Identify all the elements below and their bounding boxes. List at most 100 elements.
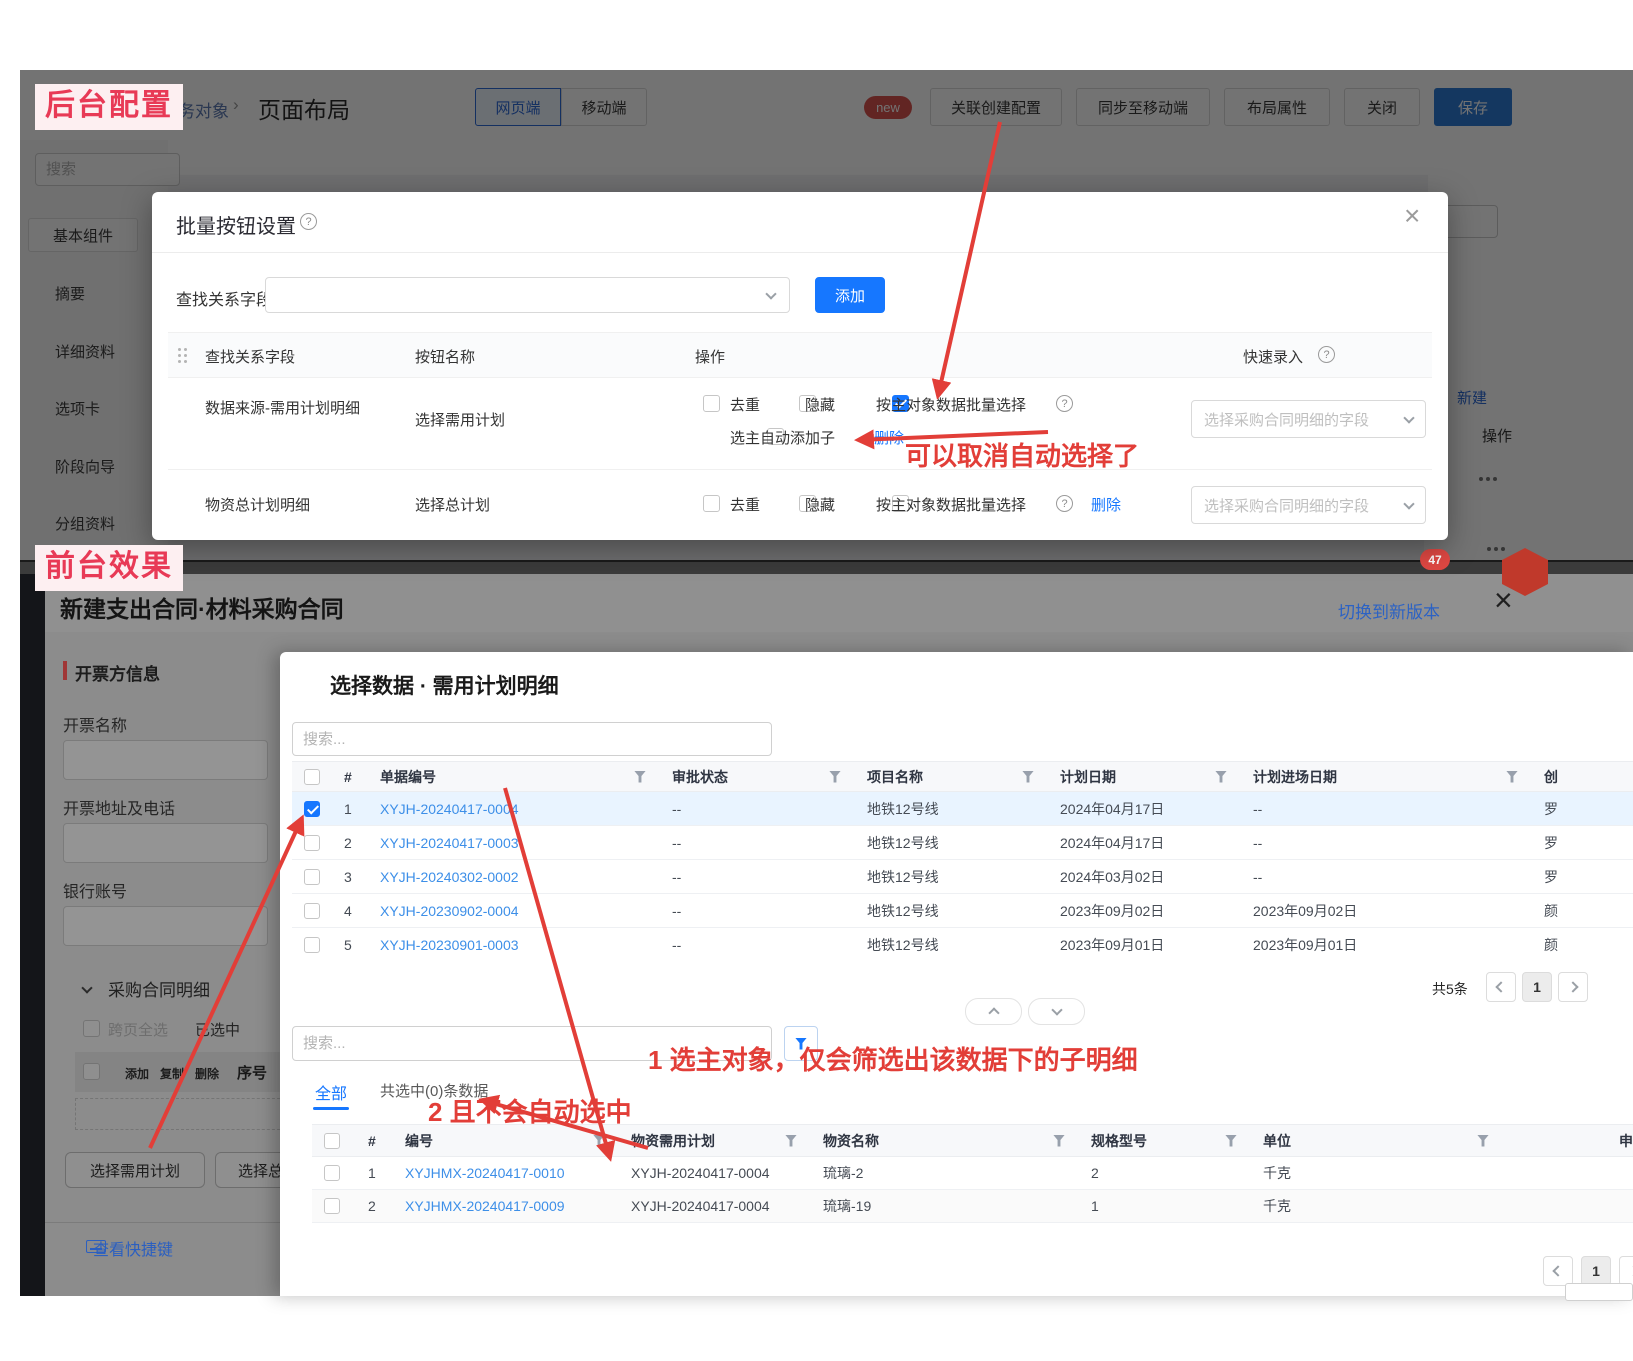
- cell-spec: 2: [1079, 1157, 1251, 1189]
- drag-handle-icon[interactable]: [178, 348, 181, 351]
- table-row[interactable]: 5 XYJH-20230901-0003 -- 地铁12号线 2023年09月0…: [292, 928, 1633, 955]
- filter-icon[interactable]: [829, 771, 841, 783]
- help-glyph: ?: [1061, 498, 1067, 510]
- table-row[interactable]: 2 XYJH-20240417-0003 -- 地铁12号线 2024年04月1…: [292, 826, 1633, 860]
- chevron-left-icon: [1552, 1265, 1563, 1276]
- cell-creator: 罗: [1532, 792, 1633, 825]
- dedupe-checkbox[interactable]: [703, 395, 720, 412]
- hide-label: 隐藏: [805, 494, 835, 515]
- scroll-up-button[interactable]: [965, 998, 1022, 1025]
- header-plan-date-label: 计划日期: [1060, 767, 1116, 787]
- cell-material: 琉璃-2: [811, 1157, 1079, 1189]
- lookup-field-select[interactable]: [265, 277, 790, 313]
- cell-code[interactable]: XYJHMX-20240417-0009: [393, 1190, 619, 1222]
- table-row[interactable]: 1 XYJH-20240417-0004 -- 地铁12号线 2024年04月1…: [292, 792, 1633, 826]
- cell-status: --: [660, 826, 855, 859]
- filter-icon[interactable]: [593, 1135, 605, 1147]
- invoice-name-field[interactable]: [63, 740, 268, 780]
- help-icon[interactable]: ?: [300, 213, 317, 230]
- switch-version-link[interactable]: 切换到新版本: [1338, 598, 1440, 623]
- window-close-icon[interactable]: ×: [1494, 584, 1513, 616]
- table-row[interactable]: 3 XYJH-20240302-0002 -- 地铁12号线 2024年03月0…: [292, 860, 1633, 894]
- row-checkbox[interactable]: [324, 1165, 340, 1181]
- header-code: 编号: [393, 1125, 619, 1156]
- add-mini-button[interactable]: 添加: [125, 1065, 149, 1082]
- add-button[interactable]: 添加: [815, 277, 885, 313]
- cell-code[interactable]: XYJH-20240302-0002: [368, 860, 660, 893]
- select-need-plan-button[interactable]: 选择需用计划: [65, 1152, 205, 1188]
- delete-mini-button[interactable]: 删除: [195, 1065, 219, 1082]
- scroll-down-button[interactable]: [1028, 998, 1085, 1025]
- filter-icon[interactable]: [1053, 1135, 1065, 1147]
- filter-icon[interactable]: [1215, 771, 1227, 783]
- scrollbar-thumb[interactable]: [1565, 1283, 1633, 1301]
- tab-all[interactable]: 全部: [315, 1080, 347, 1104]
- shortcut-link[interactable]: 查看快捷键: [93, 1236, 173, 1260]
- chevron-right-icon: [1628, 1265, 1633, 1276]
- bank-account-field[interactable]: [63, 906, 268, 946]
- section-marker: [63, 661, 67, 680]
- quick-entry-select[interactable]: 选择采购合同明细的字段: [1191, 400, 1426, 438]
- header-num: #: [356, 1125, 393, 1156]
- invoice-address-field[interactable]: [63, 823, 268, 863]
- invoice-panel: 开票方信息 开票名称 开票地址及电话 银行账号 采购合同明细 跨页全选 已选中 …: [45, 632, 300, 1296]
- chevron-down-icon: [1403, 412, 1414, 423]
- filter-icon[interactable]: [634, 771, 646, 783]
- next-page-button[interactable]: [1558, 972, 1588, 1002]
- table-row[interactable]: 2 XYJHMX-20240417-0009 XYJH-20240417-000…: [312, 1190, 1633, 1223]
- filter-icon[interactable]: [1022, 771, 1034, 783]
- cell-code[interactable]: XYJHMX-20240417-0010: [393, 1157, 619, 1189]
- row-checkbox[interactable]: [304, 869, 320, 885]
- cell-unit: 千克: [1251, 1190, 1503, 1222]
- help-icon[interactable]: ?: [1056, 495, 1073, 512]
- empty-row-placeholder: [75, 1098, 285, 1130]
- cell-enter-date: --: [1241, 860, 1532, 893]
- cell-code[interactable]: XYJH-20240417-0003: [368, 826, 660, 859]
- row-checkbox[interactable]: [324, 1198, 340, 1214]
- quick-entry-select[interactable]: 选择采购合同明细的字段: [1191, 486, 1426, 524]
- cross-page-checkbox[interactable]: [83, 1020, 100, 1037]
- delete-link[interactable]: 删除: [1091, 494, 1121, 515]
- filter-icon[interactable]: [1225, 1135, 1237, 1147]
- collapse-icon[interactable]: [81, 982, 92, 993]
- chevron-left-icon: [1495, 981, 1506, 992]
- frontend-label: 前台效果: [35, 545, 183, 591]
- filter-icon[interactable]: [785, 1135, 797, 1147]
- cell-plan-date: 2023年09月01日: [1048, 928, 1241, 955]
- row-checkbox[interactable]: [304, 903, 320, 919]
- select-all-checkbox[interactable]: [83, 1063, 100, 1080]
- table-row[interactable]: 1 XYJHMX-20240417-0010 XYJH-20240417-000…: [312, 1157, 1633, 1190]
- cell-code[interactable]: XYJH-20240417-0004: [368, 792, 660, 825]
- table-row[interactable]: 4 XYJH-20230902-0004 -- 地铁12号线 2023年09月0…: [292, 894, 1633, 928]
- cell-code[interactable]: XYJH-20230901-0003: [368, 928, 660, 955]
- prev-page-button[interactable]: [1543, 1256, 1573, 1286]
- cell-num: 5: [332, 928, 368, 955]
- filter-icon[interactable]: [1506, 771, 1518, 783]
- help-icon[interactable]: ?: [1318, 346, 1335, 363]
- page-1-button[interactable]: 1: [1581, 1256, 1611, 1286]
- help-icon[interactable]: ?: [1056, 395, 1073, 412]
- modal-title: 批量按钮设置: [176, 210, 296, 239]
- copy-mini-button[interactable]: 复制: [160, 1065, 184, 1082]
- add-label: 添加: [835, 285, 865, 306]
- row-field: 数据来源-需用计划明细: [205, 394, 377, 423]
- dialog-search-input[interactable]: [292, 722, 772, 756]
- delete-link[interactable]: 删除: [874, 427, 904, 448]
- help-glyph: ?: [1061, 398, 1067, 410]
- auto-add-child-label: 选主自动添加子: [730, 427, 835, 448]
- next-page-button[interactable]: [1619, 1256, 1633, 1286]
- dialog-title: 选择数据 · 需用计划明细: [330, 670, 559, 700]
- dedupe-checkbox[interactable]: [703, 495, 720, 512]
- cell-code[interactable]: XYJH-20230902-0004: [368, 894, 660, 927]
- row-checkbox[interactable]: [304, 937, 320, 953]
- header-material-label: 物资名称: [823, 1131, 879, 1151]
- row-checkbox[interactable]: [304, 801, 320, 817]
- modal-close-icon[interactable]: ×: [1404, 202, 1420, 230]
- row-checkbox[interactable]: [304, 835, 320, 851]
- prev-page-button[interactable]: [1486, 972, 1516, 1002]
- filter-icon[interactable]: [1477, 1135, 1489, 1147]
- left-dark-strip: [20, 574, 45, 1296]
- select-all-checkbox[interactable]: [304, 769, 320, 785]
- page-1-button[interactable]: 1: [1522, 972, 1552, 1002]
- select-all-checkbox[interactable]: [324, 1133, 340, 1149]
